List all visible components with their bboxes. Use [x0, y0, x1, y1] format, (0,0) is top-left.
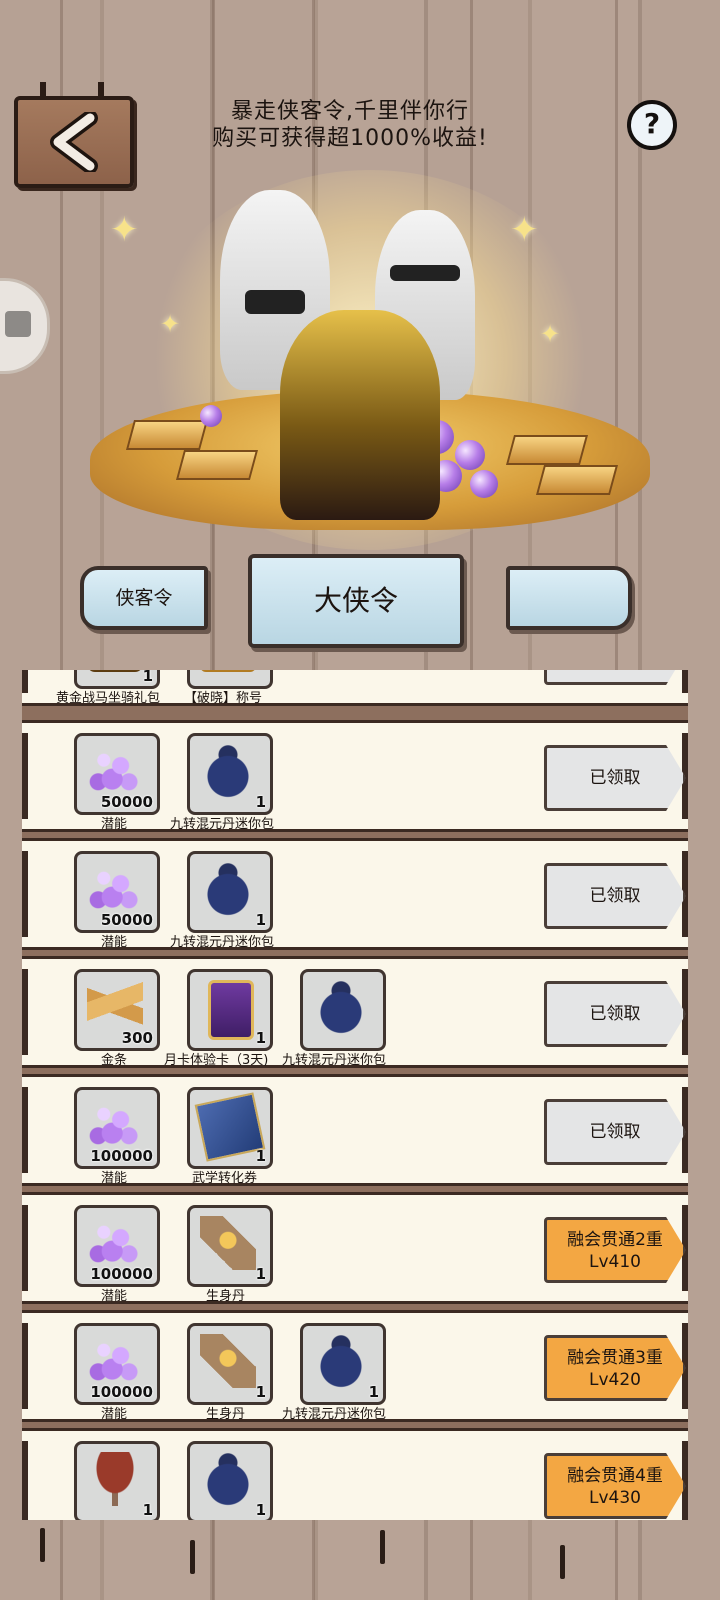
reward-item[interactable]: 1	[187, 969, 273, 1051]
item-name: 金条	[101, 1053, 128, 1068]
claim-button[interactable]: 已领取	[544, 745, 686, 811]
item-name: 九转混元丹迷你包	[170, 817, 275, 832]
item-name: 潜能	[101, 1407, 128, 1422]
claim-button[interactable]: 已领取	[544, 863, 686, 929]
item-name: 潜能	[101, 1171, 128, 1186]
requirement-label: 融会贯通2重	[567, 1230, 663, 1250]
reward-item[interactable]: 100000	[74, 1087, 160, 1169]
promo-title: 暴走侠客令,千里伴你行 购买可获得超1000%收益!	[180, 98, 520, 152]
hero-illustration: ✦ ✦ ✦ ✦	[70, 170, 660, 550]
claim-button[interactable]: 已领取	[544, 981, 686, 1047]
reward-item[interactable]: 100000	[74, 1323, 160, 1405]
reward-item[interactable]: 1	[300, 1323, 386, 1405]
item-name: 黄金战马坐骑礼包	[56, 691, 161, 706]
reward-item[interactable]	[300, 969, 386, 1051]
tier-tab-daxialing[interactable]: 大侠令	[248, 554, 464, 648]
reward-row: 50000 潜能 1 九转混元丹迷你包 已领取	[22, 838, 688, 950]
reward-item[interactable]: 1	[187, 851, 273, 933]
item-name: 生身丹	[206, 1289, 246, 1304]
reward-row: 50000 潜能 1 九转混元丹迷你包 已领取	[22, 720, 688, 832]
requirement-level: Lv410	[589, 1252, 641, 1272]
requirement-level: Lv420	[589, 1370, 641, 1390]
reward-row: 100000 潜能 1 武学转化券 已领取	[22, 1074, 688, 1186]
requirement-label: 融会贯通4重	[567, 1466, 663, 1486]
item-name: 潜能	[101, 817, 128, 832]
golden-horse-icon	[87, 670, 143, 672]
elixir-pill-icon	[200, 1334, 256, 1388]
reward-row: 1 1 融会贯通4重 Lv430	[22, 1428, 688, 1520]
pill-pouch-icon	[200, 744, 256, 798]
requirement-label: 融会贯通3重	[567, 1348, 663, 1368]
month-card-icon	[208, 980, 254, 1040]
item-name: 九转混元丹迷你包	[170, 935, 275, 950]
pill-pouch-icon	[313, 980, 369, 1034]
potential-orbs-icon	[87, 1098, 143, 1152]
reward-item[interactable]: 1	[187, 1205, 273, 1287]
tier-tab-next[interactable]	[506, 566, 632, 630]
reward-list[interactable]: 1 黄金战马坐骑礼包 【破晓】称号 50000 潜能 1 九转混元丹迷你包 已领…	[22, 670, 688, 1520]
requirement-level: Lv430	[589, 1488, 641, 1508]
reward-row: 1 黄金战马坐骑礼包 【破晓】称号	[22, 670, 688, 706]
item-name: 月卡体验卡（3天)	[164, 1053, 269, 1068]
item-name: 【破晓】称号	[184, 691, 263, 706]
item-name: 九转混元丹迷你包	[282, 1053, 387, 1068]
reward-row: 100000 潜能 1 生身丹 融会贯通2重 Lv410	[22, 1192, 688, 1304]
drawer-icon	[5, 311, 31, 337]
claim-button[interactable]	[544, 670, 686, 685]
help-button[interactable]: ?	[627, 100, 677, 150]
reward-item[interactable]: 300	[74, 969, 160, 1051]
unlock-requirement-button[interactable]: 融会贯通2重 Lv410	[544, 1217, 686, 1283]
reward-item[interactable]: 1	[74, 1441, 160, 1520]
bottom-wood-rail	[0, 1520, 720, 1600]
title-badge-icon	[200, 670, 256, 672]
unlock-requirement-button[interactable]: 融会贯通3重 Lv420	[544, 1335, 686, 1401]
item-name: 潜能	[101, 1289, 128, 1304]
elixir-pill-icon	[200, 1216, 256, 1270]
tier-tab-xiakeling[interactable]: 侠客令	[80, 566, 208, 630]
lingzhi-herb-icon	[87, 1452, 143, 1506]
promo-title-line2: 购买可获得超1000%收益!	[212, 126, 488, 151]
item-name: 潜能	[101, 935, 128, 950]
reward-item[interactable]: 1	[187, 1323, 273, 1405]
reward-item[interactable]: 1	[187, 1441, 273, 1520]
pill-pouch-icon	[200, 862, 256, 916]
gold-bar-icon	[87, 980, 143, 1034]
reward-item[interactable]: 100000	[74, 1205, 160, 1287]
item-name: 武学转化券	[192, 1171, 258, 1186]
potential-orbs-icon	[87, 1334, 143, 1388]
pill-pouch-icon	[313, 1334, 369, 1388]
reward-item[interactable]: 1	[187, 733, 273, 815]
promo-title-line1: 暴走侠客令,千里伴你行	[231, 99, 469, 124]
item-name: 生身丹	[206, 1407, 246, 1422]
reward-row: 100000 潜能 1 生身丹 1 九转混元丹迷你包 融会贯通3重 Lv420	[22, 1310, 688, 1422]
potential-orbs-icon	[87, 862, 143, 916]
reward-item[interactable]: 50000	[74, 733, 160, 815]
pill-pouch-icon	[200, 1452, 256, 1506]
chevron-left-icon	[50, 112, 98, 172]
item-name: 九转混元丹迷你包	[282, 1407, 387, 1422]
potential-orbs-icon	[87, 744, 143, 798]
reward-item[interactable]: 50000	[74, 851, 160, 933]
reward-item[interactable]: 1	[187, 1087, 273, 1169]
reward-row: 300 金条 1 月卡体验卡（3天) 九转混元丹迷你包 已领取	[22, 956, 688, 1068]
unlock-requirement-button[interactable]: 融会贯通4重 Lv430	[544, 1453, 686, 1519]
potential-orbs-icon	[87, 1216, 143, 1270]
claim-button[interactable]: 已领取	[544, 1099, 686, 1165]
